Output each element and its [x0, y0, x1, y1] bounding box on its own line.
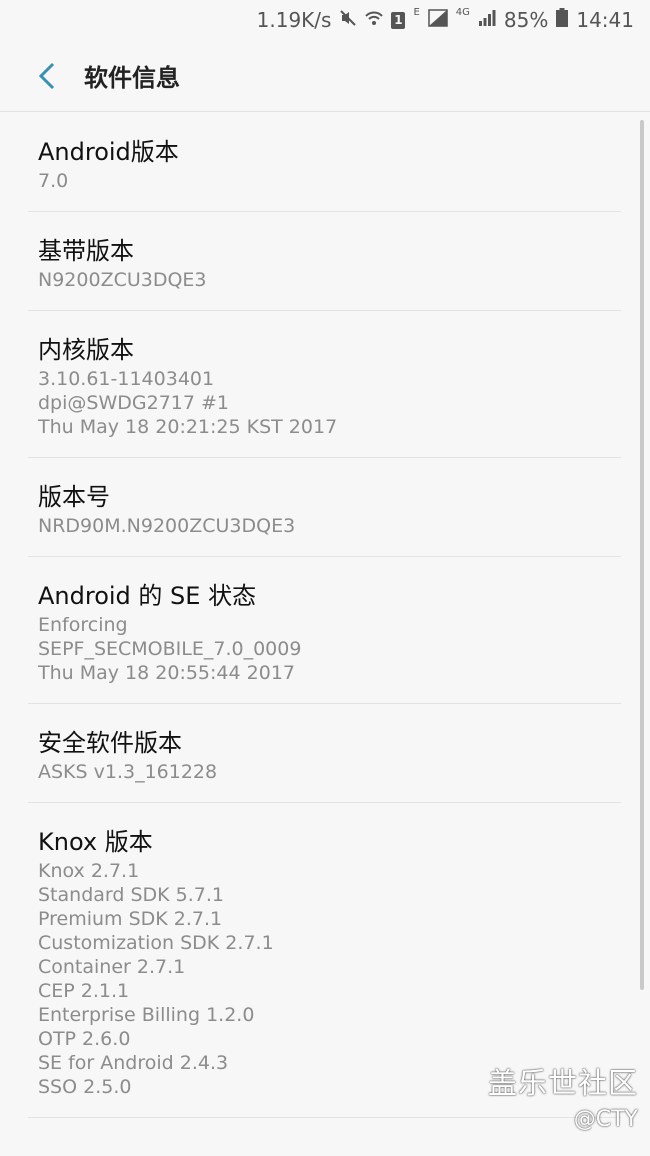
item-value: dpi@SWDG2717 #1 [38, 392, 230, 414]
back-arrow-icon [38, 62, 55, 89]
item-value: 3.10.61-11403401 [38, 368, 215, 390]
back-button[interactable] [32, 61, 62, 91]
info-item-kernel-version[interactable]: 内核版本 3.10.61-11403401 dpi@SWDG2717 #1 Th… [28, 311, 621, 458]
item-value: 7.0 [38, 170, 69, 192]
item-value: Container 2.7.1 [38, 956, 186, 978]
network-type: 4G [455, 6, 470, 18]
page-title: 软件信息 [84, 64, 180, 92]
item-value: Thu May 18 20:55:44 2017 [38, 662, 295, 684]
scrollbar[interactable] [640, 120, 644, 990]
watermark-handle: @CTY [573, 1107, 638, 1132]
item-value: Thu May 18 20:21:25 KST 2017 [38, 416, 338, 438]
item-title: Android版本 [38, 138, 179, 166]
item-value: Standard SDK 5.7.1 [38, 884, 225, 906]
item-value: NRD90M.N9200ZCU3DQE3 [38, 515, 296, 537]
network-speed: 1.19K/s [256, 8, 332, 32]
item-value: ASKS v1.3_161228 [38, 761, 218, 783]
item-value: Enforcing [38, 614, 128, 636]
mute-icon [339, 9, 357, 32]
info-item-security-software-version[interactable]: 安全软件版本 ASKS v1.3_161228 [28, 704, 621, 803]
item-title: 安全软件版本 [38, 729, 182, 757]
item-value: Premium SDK 2.7.1 [38, 908, 223, 930]
no-signal-icon [428, 8, 448, 32]
info-item-baseband-version[interactable]: 基带版本 N9200ZCU3DQE3 [28, 212, 621, 311]
wifi-icon [365, 8, 384, 32]
edge-label: E [413, 6, 420, 18]
info-item-android-version[interactable]: Android版本 7.0 [28, 113, 621, 212]
item-title: Knox 版本 [38, 828, 153, 856]
item-value: CEP 2.1.1 [38, 980, 130, 1002]
item-title: Android 的 SE 状态 [38, 582, 257, 610]
notification-icon: 1 [391, 11, 406, 29]
battery-icon [556, 8, 569, 32]
item-value: Customization SDK 2.7.1 [38, 932, 274, 954]
item-title: 内核版本 [38, 336, 134, 364]
item-value: Enterprise Billing 1.2.0 [38, 1004, 255, 1026]
clock: 14:41 [576, 8, 634, 32]
info-item-build-number[interactable]: 版本号 NRD90M.N9200ZCU3DQE3 [28, 458, 621, 557]
watermark: 盖乐世社区 @CTY [488, 1064, 638, 1138]
item-value: OTP 2.6.0 [38, 1028, 131, 1050]
item-value: N9200ZCU3DQE3 [38, 269, 207, 291]
item-value: SEPF_SECMOBILE_7.0_0009 [38, 638, 302, 660]
app-bar: 软件信息 [0, 40, 650, 112]
item-value: Knox 2.7.1 [38, 860, 140, 882]
status-bar: 1.19K/s 1 E 4G 85% 14:41 [0, 0, 650, 40]
battery-percent: 85% [503, 8, 549, 32]
watermark-title: 盖乐世社区 [487, 1066, 638, 1100]
info-list: Android版本 7.0 基带版本 N9200ZCU3DQE3 内核版本 3.… [0, 113, 650, 1118]
signal-icon [478, 8, 496, 32]
info-item-se-status[interactable]: Android 的 SE 状态 Enforcing SEPF_SECMOBILE… [28, 557, 621, 704]
item-title: 基带版本 [38, 237, 134, 265]
item-title: 版本号 [38, 483, 110, 511]
